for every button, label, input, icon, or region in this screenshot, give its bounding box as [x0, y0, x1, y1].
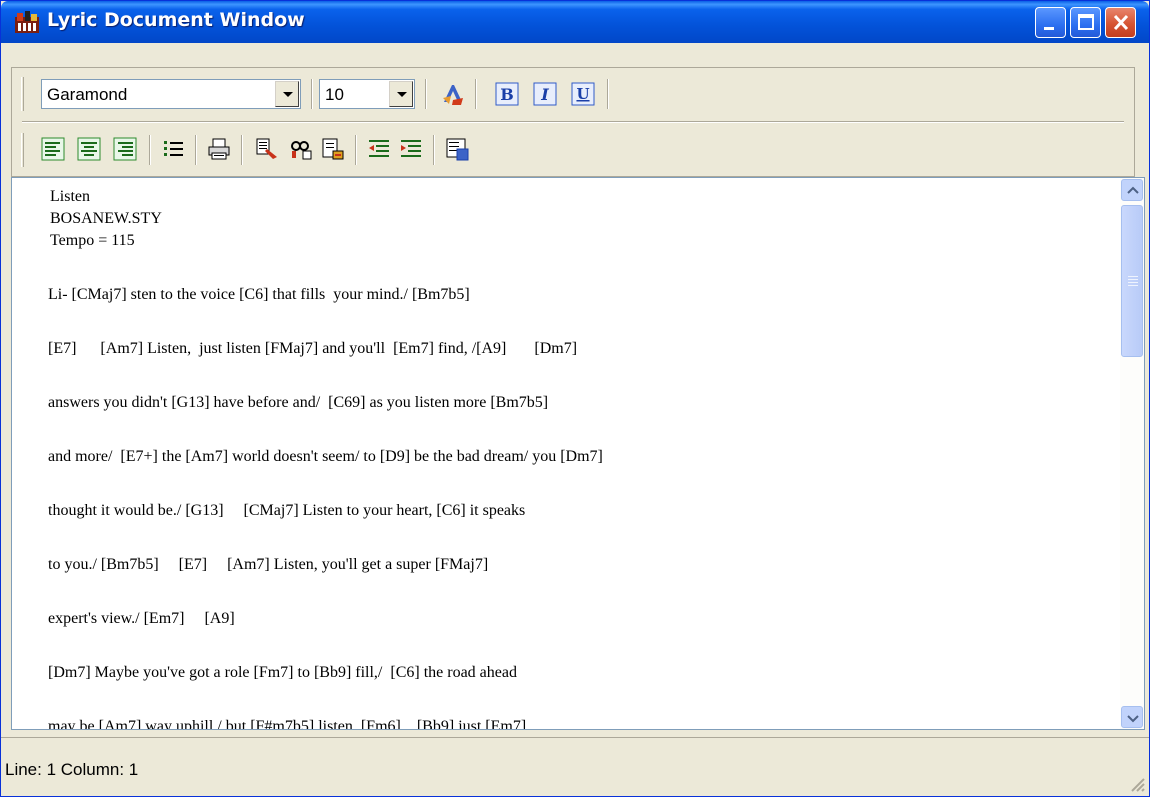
- bold-button[interactable]: B: [495, 82, 519, 106]
- toolbar-separator: [475, 79, 477, 109]
- lyric-line: to you./ [Bm7b5] [E7] [Am7] Listen, you'…: [48, 556, 489, 573]
- italic-button[interactable]: I: [533, 82, 557, 106]
- font-size-value: 10: [325, 85, 344, 104]
- toolbar-separator: [425, 79, 427, 109]
- print-icon[interactable]: [207, 137, 231, 161]
- maximize-button[interactable]: [1070, 7, 1101, 38]
- cursor-position-status: Line: 1 Column: 1: [5, 760, 139, 779]
- toolbar-separator: [433, 135, 435, 165]
- lyric-line: Listen: [50, 188, 90, 205]
- lyric-editor[interactable]: Listen BOSANEW.STY Tempo = 115 Li- [CMaj…: [11, 177, 1145, 730]
- underline-button[interactable]: U: [571, 82, 595, 106]
- title-bar[interactable]: Lyric Document Window: [1, 1, 1149, 43]
- toolbar-grip[interactable]: [21, 133, 24, 167]
- lyric-line: Li- [CMaj7] sten to the voice [C6] that …: [48, 286, 470, 303]
- vertical-scrollbar[interactable]: [1120, 178, 1144, 729]
- lyric-line: and more/ [E7+] the [Am7] world doesn't …: [48, 448, 603, 465]
- lyric-line: answers you didn't [G13] have before and…: [48, 394, 549, 411]
- status-bar: Line: 1 Column: 1: [1, 737, 1149, 796]
- find-replace-icon[interactable]: [289, 137, 313, 161]
- insert-chord-icon[interactable]: [321, 137, 345, 161]
- resize-grip-icon[interactable]: [1127, 774, 1145, 792]
- font-name-combo[interactable]: Garamond: [41, 79, 301, 109]
- indent-decrease-icon[interactable]: [367, 137, 391, 161]
- lyric-line: BOSANEW.STY: [50, 210, 162, 227]
- lyric-line: [E7] [Am7] Listen, just listen [FMaj7] a…: [48, 340, 578, 357]
- scroll-down-button[interactable]: [1121, 706, 1143, 728]
- toolbar-separator: [149, 135, 151, 165]
- lyric-line: [Dm7] Maybe you've got a role [Fm7] to […: [48, 664, 517, 681]
- font-color-icon[interactable]: [441, 82, 465, 106]
- toolbar-separator: [355, 135, 357, 165]
- font-name-value: Garamond: [47, 85, 128, 104]
- scroll-thumb[interactable]: [1121, 205, 1143, 357]
- bold-label: B: [500, 85, 514, 104]
- indent-increase-icon[interactable]: [399, 137, 423, 161]
- toolbar-separator: [241, 135, 243, 165]
- align-center-icon[interactable]: [77, 137, 101, 161]
- toolbar-grip[interactable]: [21, 77, 24, 111]
- properties-icon[interactable]: [445, 137, 469, 161]
- minimize-button[interactable]: [1035, 7, 1066, 38]
- window-title: Lyric Document Window: [47, 9, 305, 31]
- app-icon: [15, 11, 39, 33]
- toolbar-separator: [195, 135, 197, 165]
- align-left-icon[interactable]: [41, 137, 65, 161]
- close-button[interactable]: [1105, 7, 1136, 38]
- lyric-line: Tempo = 115: [50, 232, 135, 249]
- lyric-document-window: Lyric Document Window Garamond 10 B I U …: [0, 0, 1150, 797]
- bullet-list-icon[interactable]: [161, 137, 185, 161]
- align-right-icon[interactable]: [113, 137, 137, 161]
- italic-label: I: [540, 85, 549, 104]
- cut-paste-icon[interactable]: [255, 137, 279, 161]
- font-size-dropdown-button[interactable]: [389, 81, 413, 107]
- lyric-line: expert's view./ [Em7] [A9]: [48, 610, 235, 627]
- font-size-combo[interactable]: 10: [319, 79, 415, 109]
- toolbar-separator: [311, 79, 313, 109]
- lyric-line: thought it would be./ [G13] [CMaj7] List…: [48, 502, 526, 519]
- lyric-line: may be [Am7] way uphill,/ but [F#m7b5] l…: [48, 718, 527, 730]
- toolbar-separator: [607, 79, 609, 109]
- font-name-dropdown-button[interactable]: [275, 81, 299, 107]
- scroll-up-button[interactable]: [1121, 179, 1143, 201]
- toolbar-row-divider: [22, 121, 1124, 123]
- underline-label: U: [576, 85, 589, 103]
